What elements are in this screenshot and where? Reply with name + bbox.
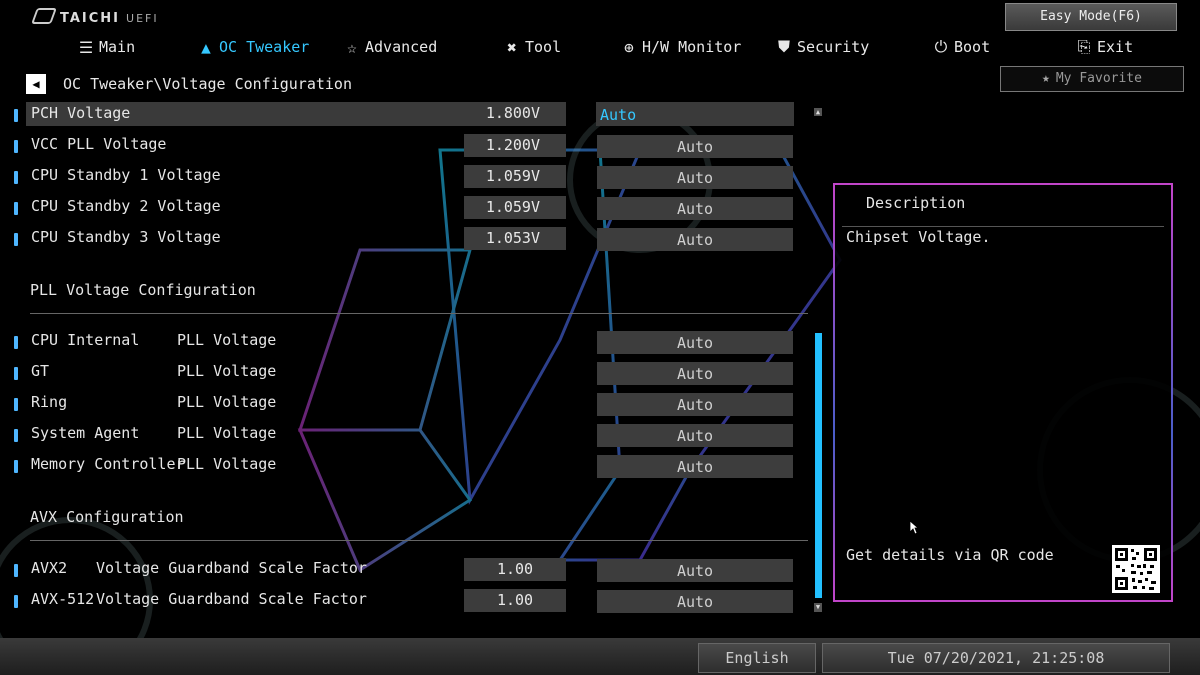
cpu-standby-2-label: CPU Standby 2 Voltage xyxy=(31,197,221,215)
mouse-cursor-icon xyxy=(909,520,919,535)
wrench-icon: ✖ xyxy=(507,37,517,57)
pll-ring-label: Ring xyxy=(31,393,68,411)
cpu-standby-3-label: CPU Standby 3 Voltage xyxy=(31,228,221,246)
power-icon: ⏻ xyxy=(934,37,948,56)
avx512-suffix: Voltage Guardband Scale Factor xyxy=(96,590,367,608)
row-bullet-icon xyxy=(14,564,18,577)
gauge-icon: ⊕ xyxy=(624,37,634,57)
pll-system-agent-label: System Agent xyxy=(31,424,140,442)
pch-voltage-label: PCH Voltage xyxy=(31,104,131,122)
scroll-up-icon[interactable]: ▲ xyxy=(814,108,822,116)
tab-security[interactable]: ⛊ Security xyxy=(775,37,869,57)
pll-cpu-internal-label: CPU Internal xyxy=(31,331,140,349)
tab-hw-monitor[interactable]: ⊕ H/W Monitor xyxy=(620,37,741,57)
row-bullet-icon xyxy=(14,171,18,184)
cpu-standby-1-option[interactable]: Auto xyxy=(597,166,793,189)
star-icon: ★ xyxy=(1042,71,1050,86)
avx2-suffix: Voltage Guardband Scale Factor xyxy=(96,559,367,577)
row-bullet-icon xyxy=(14,460,18,473)
shield-icon: ⛊ xyxy=(777,37,790,56)
avx512-label: AVX-512 xyxy=(31,590,95,608)
language-button[interactable]: English xyxy=(698,643,816,673)
pll-memory-controller-option[interactable]: Auto xyxy=(597,455,793,478)
vcc-pll-voltage-label: VCC PLL Voltage xyxy=(31,135,167,153)
pll-section-title: PLL Voltage Configuration xyxy=(30,281,256,299)
pll-ring-suffix: PLL Voltage xyxy=(177,393,277,411)
scrollbar-thumb[interactable] xyxy=(815,333,822,598)
pll-system-agent-option[interactable]: Auto xyxy=(597,424,793,447)
tab-boot[interactable]: ⏻ Boot xyxy=(932,37,990,57)
scroll-down-icon[interactable]: ▼ xyxy=(814,603,822,612)
pch-voltage-value: 1.800V xyxy=(485,104,540,122)
back-button[interactable]: ◀ xyxy=(26,74,46,94)
row-bullet-icon xyxy=(14,140,18,153)
breadcrumb: OC Tweaker\Voltage Configuration xyxy=(63,75,352,93)
pll-gt-label: GT xyxy=(31,362,50,380)
row-bullet-icon xyxy=(14,595,18,608)
cpu-standby-3-value: 1.053V xyxy=(464,227,566,250)
row-bullet-icon xyxy=(14,202,18,215)
pll-cpu-internal-suffix: PLL Voltage xyxy=(177,331,277,349)
cpu-standby-1-label: CPU Standby 1 Voltage xyxy=(31,166,221,184)
easy-mode-button[interactable]: Easy Mode(F6) xyxy=(1005,3,1177,31)
description-divider xyxy=(842,226,1164,227)
tab-oc-tweaker[interactable]: ▲ OC Tweaker xyxy=(197,37,309,57)
list-icon: ☰ xyxy=(78,37,94,57)
arrow-left-icon: ◀ xyxy=(32,77,40,91)
row-bullet-icon xyxy=(14,429,18,442)
pch-voltage-option[interactable]: Auto xyxy=(596,102,794,126)
qr-code-icon[interactable] xyxy=(1112,545,1160,593)
row-bullet-icon xyxy=(14,336,18,349)
qr-label: Get details via QR code xyxy=(846,546,1054,564)
pll-system-agent-suffix: PLL Voltage xyxy=(177,424,277,442)
pll-memory-controller-suffix: PLL Voltage xyxy=(177,455,277,473)
avx512-value: 1.00 xyxy=(464,589,566,612)
vcc-pll-voltage-option[interactable]: Auto xyxy=(597,135,793,158)
row-bullet-icon xyxy=(14,398,18,411)
vcc-pll-voltage-value: 1.200V xyxy=(464,134,566,157)
pll-cpu-internal-option[interactable]: Auto xyxy=(597,331,793,354)
my-favorite-button[interactable]: ★ My Favorite xyxy=(1000,66,1184,92)
description-title: Description xyxy=(866,194,966,212)
section-divider xyxy=(30,540,808,541)
avx2-option[interactable]: Auto xyxy=(597,559,793,582)
exit-icon: ⎘ xyxy=(1077,37,1091,56)
tab-tool[interactable]: ✖ Tool xyxy=(503,37,561,57)
avx512-option[interactable]: Auto xyxy=(597,590,793,613)
datetime-display: Tue 07/20/2021, 21:25:08 xyxy=(822,643,1170,673)
avx2-label: AVX2 xyxy=(31,559,68,577)
row-bullet-icon xyxy=(14,367,18,380)
description-text: Chipset Voltage. xyxy=(846,228,991,246)
pll-gt-option[interactable]: Auto xyxy=(597,362,793,385)
row-bullet-icon xyxy=(14,109,18,122)
rocket-icon: ▲ xyxy=(201,37,211,57)
cpu-standby-2-value: 1.059V xyxy=(464,196,566,219)
pll-memory-controller-label: Memory Controller xyxy=(31,455,185,473)
row-bullet-icon xyxy=(14,233,18,246)
avx-section-title: AVX Configuration xyxy=(30,508,184,526)
pll-gt-suffix: PLL Voltage xyxy=(177,362,277,380)
tab-advanced[interactable]: ☆ Advanced xyxy=(343,37,437,57)
brand-logo: TAICHI UEFI xyxy=(31,8,159,26)
pll-ring-option[interactable]: Auto xyxy=(597,393,793,416)
cpu-standby-2-option[interactable]: Auto xyxy=(597,197,793,220)
section-divider xyxy=(30,313,808,314)
cpu-standby-3-option[interactable]: Auto xyxy=(597,228,793,251)
tab-exit[interactable]: ⎘ Exit xyxy=(1075,37,1134,57)
avx2-value: 1.00 xyxy=(464,558,566,581)
star-icon: ☆ xyxy=(347,37,357,57)
cpu-standby-1-value: 1.059V xyxy=(464,165,566,188)
tab-main[interactable]: ☰ Main xyxy=(77,37,135,57)
taichi-logo-icon xyxy=(31,8,57,24)
